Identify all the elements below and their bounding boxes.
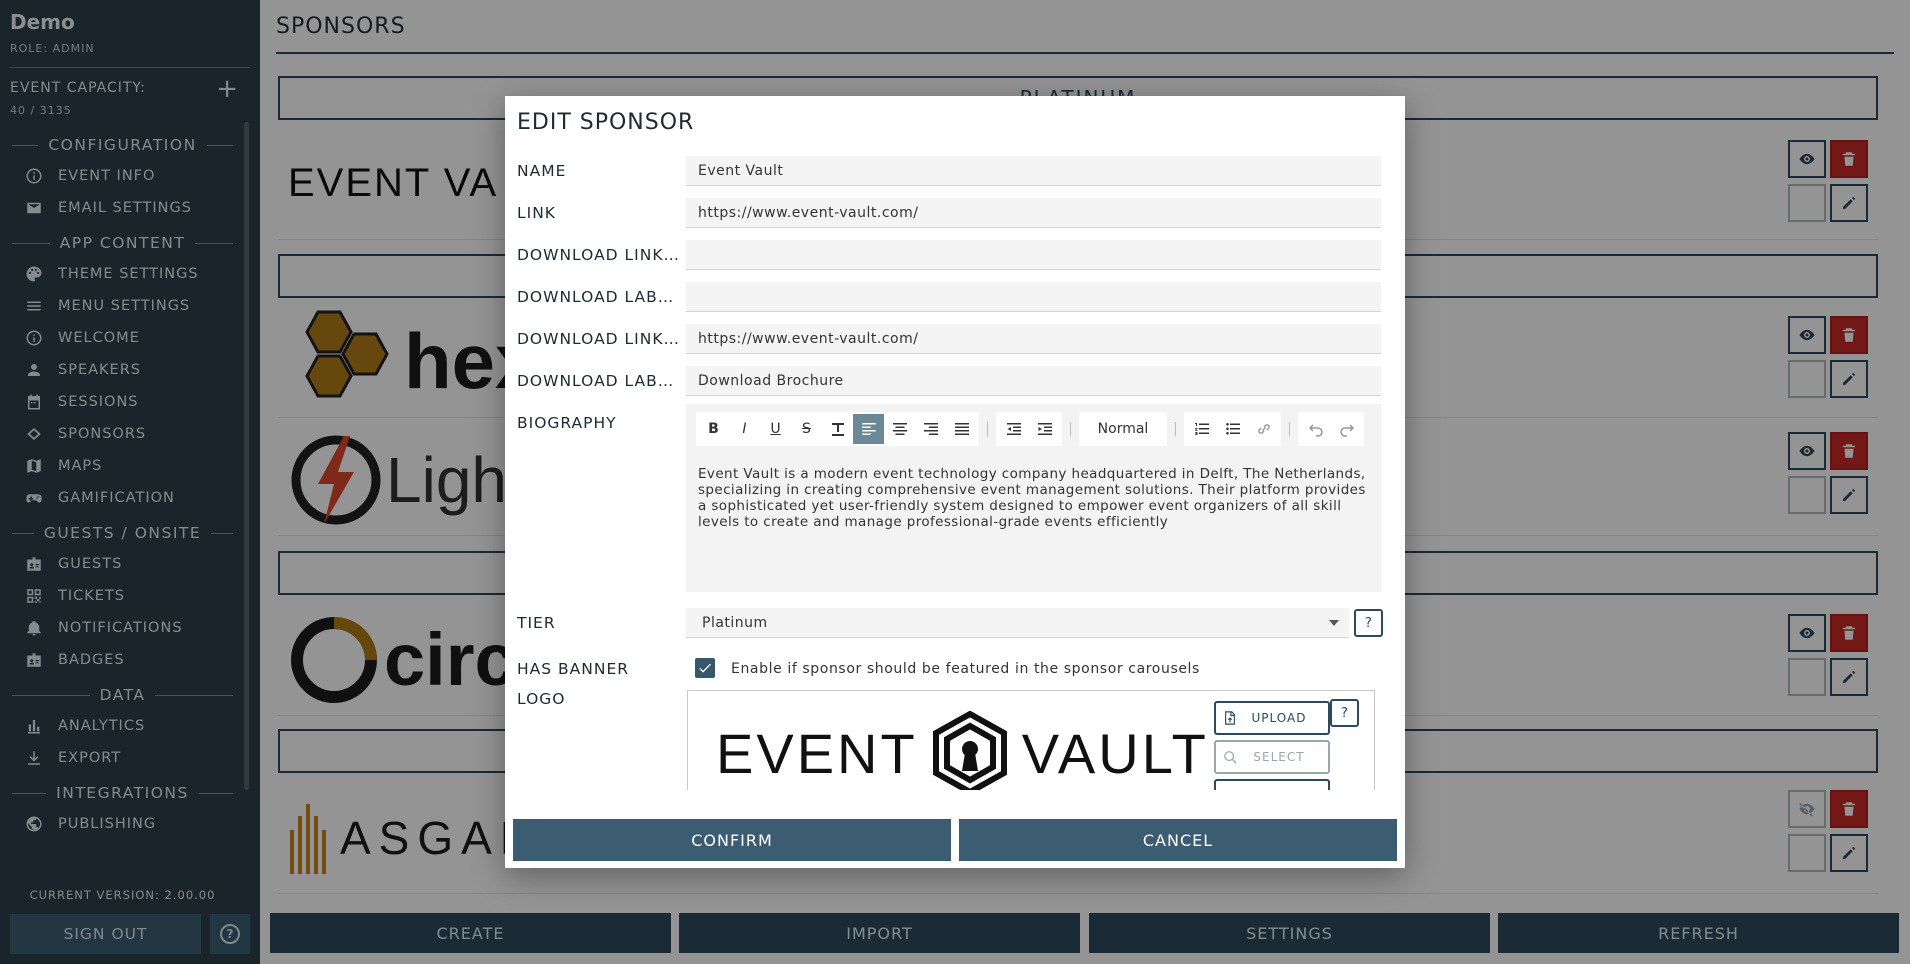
indent-icon[interactable] bbox=[1029, 414, 1060, 444]
upload-label: UPLOAD bbox=[1251, 711, 1307, 725]
tier-select-value: Platinum bbox=[702, 614, 768, 631]
logo-image: EVENT VAULT bbox=[716, 711, 1209, 790]
tier-help-button[interactable]: ? bbox=[1354, 609, 1383, 637]
select-button[interactable]: SELECT bbox=[1214, 740, 1330, 774]
dialog-title: EDIT SPONSOR bbox=[517, 110, 695, 135]
logo-text-left: EVENT bbox=[716, 721, 918, 785]
name-input[interactable]: Event Vault bbox=[686, 156, 1381, 186]
download-label-1-row: DOWNLOAD LABE... bbox=[517, 282, 1387, 314]
tier-select[interactable]: Platinum bbox=[686, 608, 1349, 638]
link-label: LINK bbox=[517, 204, 556, 222]
edit-sponsor-dialog: EDIT SPONSOR NAME Event Vault LINK https… bbox=[505, 96, 1405, 868]
text-style-select[interactable]: Normal bbox=[1079, 412, 1167, 446]
align-left-icon[interactable] bbox=[853, 414, 884, 444]
bullet-list-icon[interactable] bbox=[1217, 414, 1248, 444]
select-label: SELECT bbox=[1253, 750, 1305, 764]
toolbar-group-format: B I U S bbox=[696, 412, 979, 446]
clear-format-icon[interactable] bbox=[822, 414, 853, 444]
strikethrough-button[interactable]: S bbox=[791, 414, 822, 444]
underline-button[interactable]: U bbox=[760, 414, 791, 444]
logo-preview: EVENT VAULT UPLOAD ? SELECT bbox=[687, 690, 1375, 790]
check-icon bbox=[699, 663, 711, 673]
undo-icon[interactable] bbox=[1300, 414, 1331, 444]
padlock-hexagon-icon bbox=[932, 711, 1007, 790]
download-label-2-row: DOWNLOAD LABE... Download Brochure bbox=[517, 366, 1387, 398]
has-banner-label: HAS BANNER bbox=[517, 660, 630, 678]
italic-button[interactable]: I bbox=[729, 414, 760, 444]
has-banner-row: HAS BANNER Enable if sponsor should be f… bbox=[517, 656, 1387, 682]
name-label: NAME bbox=[517, 162, 567, 180]
name-row: NAME Event Vault bbox=[517, 156, 1387, 188]
align-right-icon[interactable] bbox=[915, 414, 946, 444]
chevron-down-icon bbox=[1329, 620, 1339, 626]
link-icon[interactable] bbox=[1248, 414, 1279, 444]
logo-label: LOGO bbox=[517, 690, 566, 708]
has-banner-checkbox[interactable] bbox=[695, 658, 715, 678]
align-center-icon[interactable] bbox=[884, 414, 915, 444]
download-label-2-input[interactable]: Download Brochure bbox=[686, 366, 1381, 396]
rich-text-editor[interactable]: B I U S Normal Event Vault is a modern e… bbox=[686, 404, 1381, 592]
download-label-1-input[interactable] bbox=[686, 282, 1381, 312]
cancel-button[interactable]: CANCEL bbox=[959, 819, 1397, 861]
download-label-2-label: DOWNLOAD LABE... bbox=[517, 372, 679, 390]
tier-label: TIER bbox=[517, 614, 556, 632]
link-input[interactable]: https://www.event-vault.com/ bbox=[686, 198, 1381, 228]
toolbar-group-history bbox=[1298, 412, 1364, 446]
editor-toolbar: B I U S Normal bbox=[696, 412, 1364, 446]
redo-icon[interactable] bbox=[1331, 414, 1362, 444]
confirm-button[interactable]: CONFIRM bbox=[513, 819, 951, 861]
toolbar-group-lists bbox=[1184, 412, 1281, 446]
align-justify-icon[interactable] bbox=[946, 414, 977, 444]
logo-row: LOGO EVENT VAULT UPLOAD ? SELECT bbox=[517, 690, 1387, 790]
logo-help-button[interactable]: ? bbox=[1330, 699, 1359, 727]
upload-button[interactable]: UPLOAD bbox=[1214, 701, 1330, 735]
has-banner-description: Enable if sponsor should be featured in … bbox=[731, 661, 1200, 677]
download-link-1-input[interactable] bbox=[686, 240, 1381, 270]
download-link-1-row: DOWNLOAD LINK 1 bbox=[517, 240, 1387, 272]
download-link-2-label: DOWNLOAD LINK 2 bbox=[517, 330, 679, 348]
download-link-2-row: DOWNLOAD LINK 2 https://www.event-vault.… bbox=[517, 324, 1387, 356]
biography-text[interactable]: Event Vault is a modern event technology… bbox=[698, 466, 1373, 530]
download-link-2-input[interactable]: https://www.event-vault.com/ bbox=[686, 324, 1381, 354]
download-label-1-label: DOWNLOAD LABE... bbox=[517, 288, 679, 306]
bold-button[interactable]: B bbox=[698, 414, 729, 444]
biography-label: BIOGRAPHY bbox=[517, 414, 617, 432]
ordered-list-icon[interactable] bbox=[1186, 414, 1217, 444]
logo-text-right: VAULT bbox=[1021, 721, 1209, 785]
outdent-icon[interactable] bbox=[998, 414, 1029, 444]
remove-logo-button[interactable] bbox=[1214, 779, 1330, 790]
link-row: LINK https://www.event-vault.com/ bbox=[517, 198, 1387, 230]
tier-row: TIER Platinum ? bbox=[517, 608, 1387, 640]
download-link-1-label: DOWNLOAD LINK 1 bbox=[517, 246, 679, 264]
biography-row: BIOGRAPHY B I U S Normal Event Vault is … bbox=[517, 404, 1387, 592]
toolbar-group-indent bbox=[996, 412, 1062, 446]
